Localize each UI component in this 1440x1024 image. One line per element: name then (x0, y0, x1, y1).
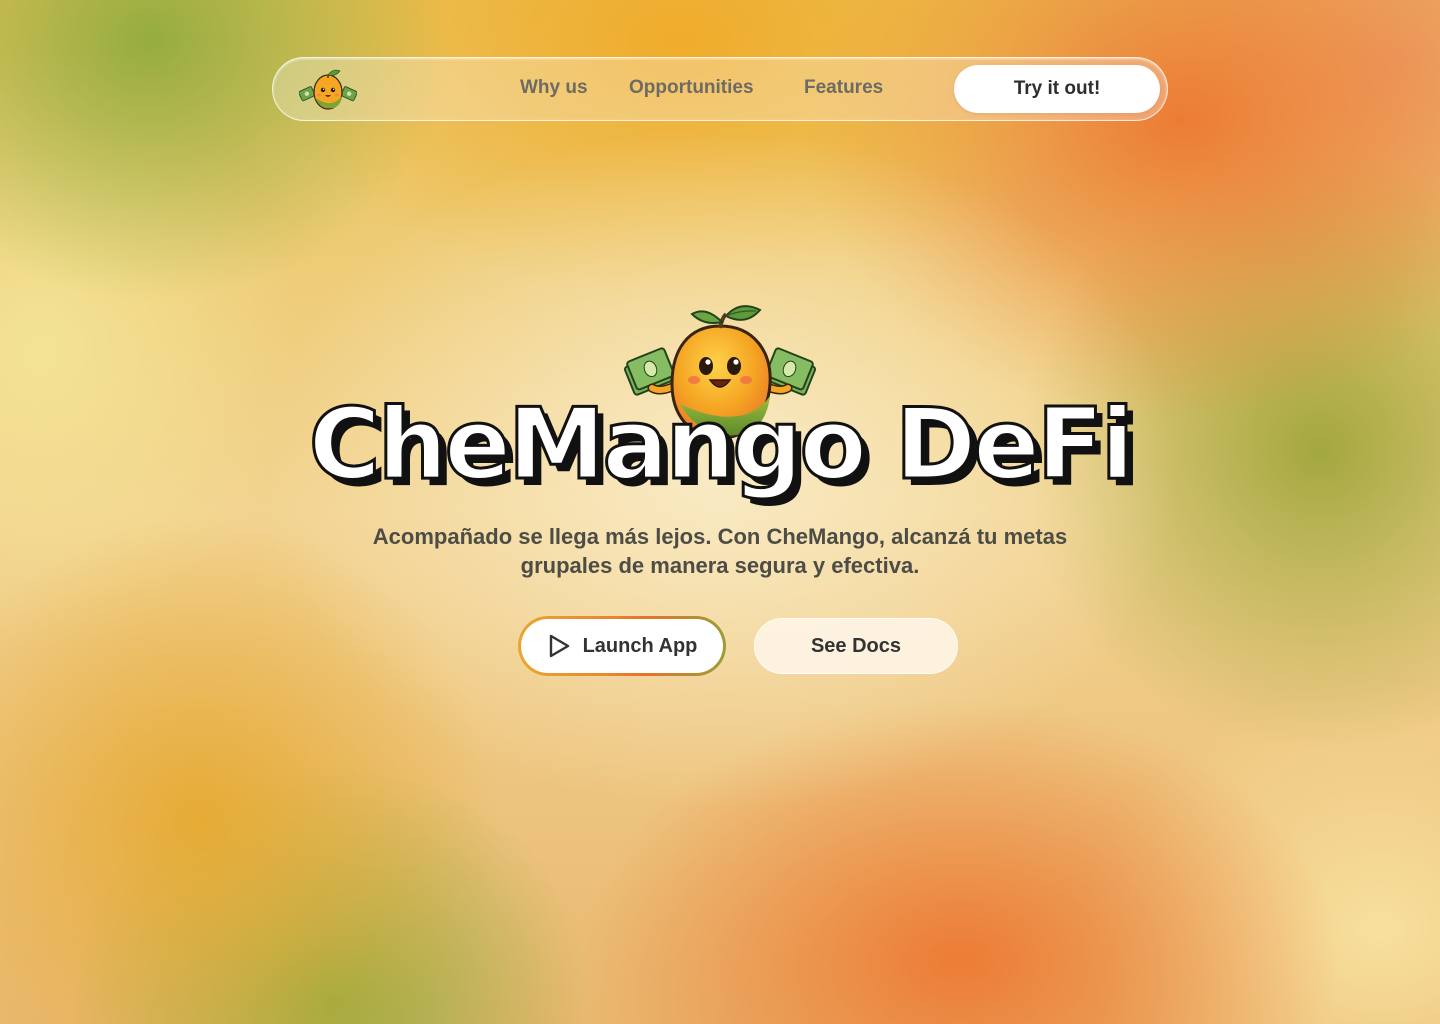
launch-app-button[interactable]: Launch App (518, 616, 726, 676)
hero-subtitle: Acompañado se llega más lejos. Con CheMa… (372, 524, 1068, 578)
top-navbar: Why us Opportunities Features Try it out… (272, 57, 1168, 121)
try-it-out-button[interactable]: Try it out! (954, 65, 1160, 113)
gradient-background (0, 0, 1440, 1024)
launch-app-button-inner: Launch App (521, 619, 723, 673)
nav-link-why-us[interactable]: Why us (520, 77, 588, 99)
nav-link-opportunities[interactable]: Opportunities (629, 77, 754, 99)
nav-link-features[interactable]: Features (804, 77, 883, 99)
play-icon (547, 633, 571, 659)
launch-app-label: Launch App (582, 634, 698, 657)
see-docs-label: See Docs (810, 634, 902, 657)
see-docs-button[interactable]: See Docs (754, 618, 958, 674)
hero-title: CheMango DeFi (307, 387, 1136, 504)
